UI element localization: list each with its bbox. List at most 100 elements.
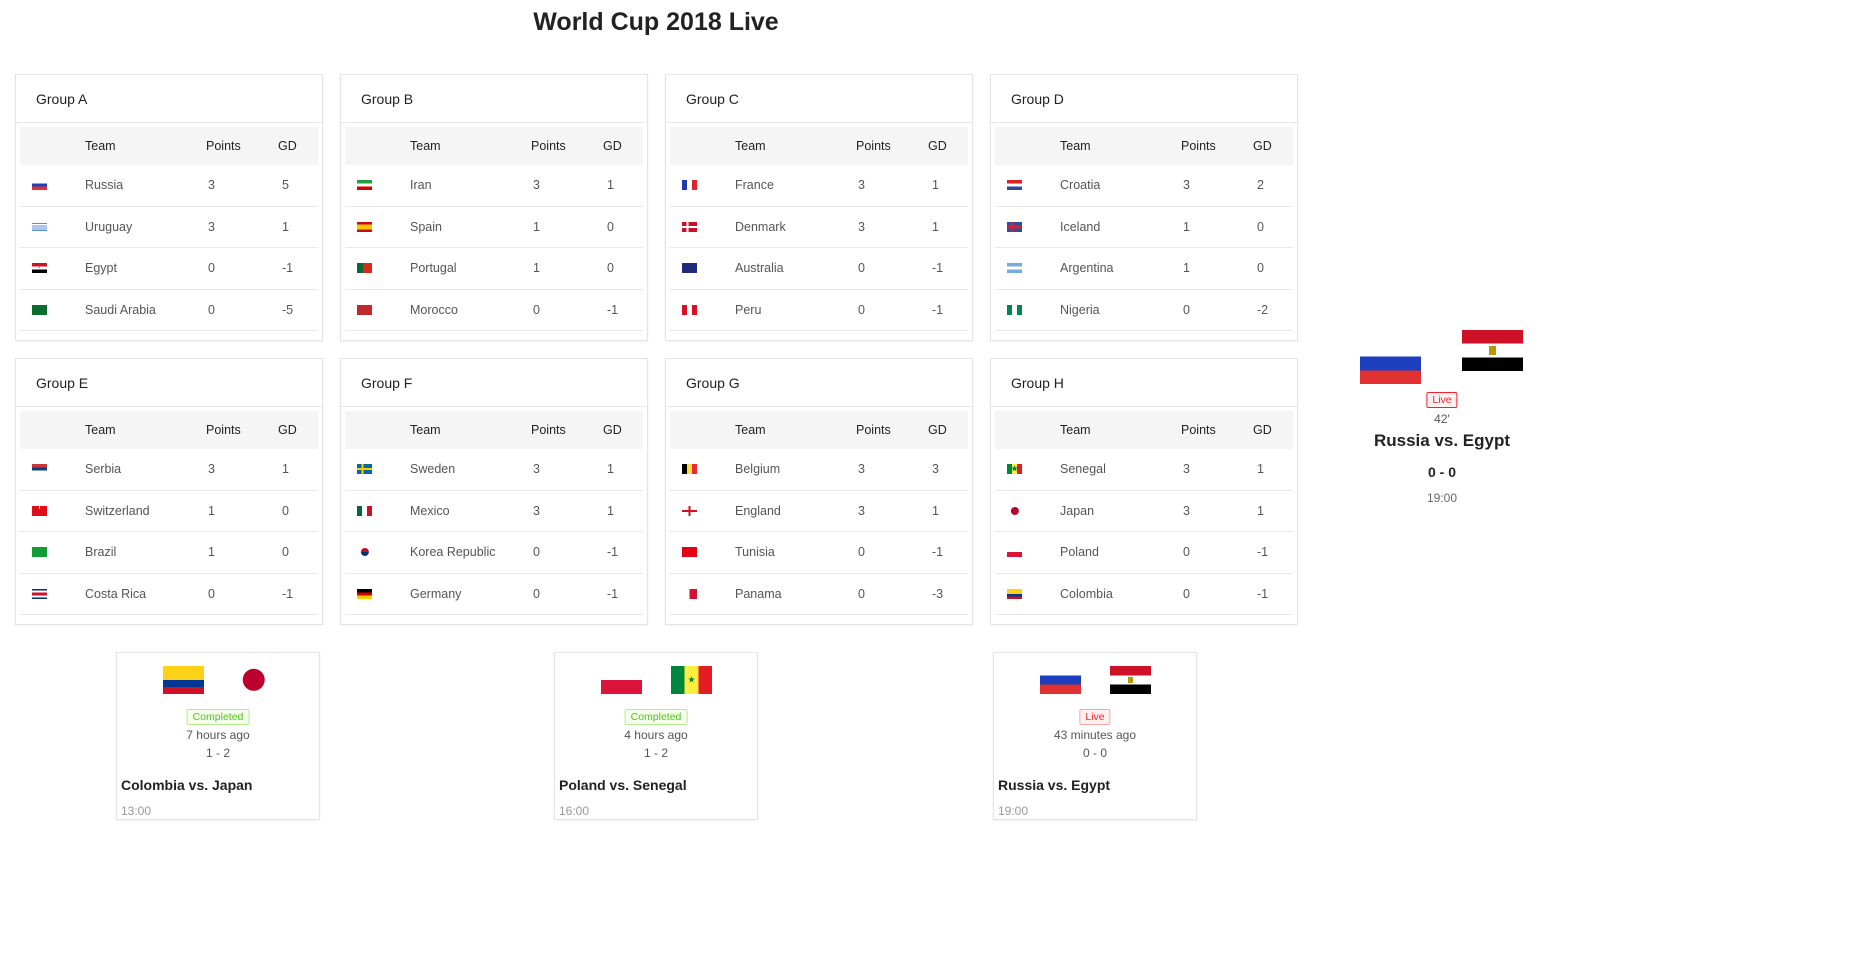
match-name: Russia vs. Egypt xyxy=(998,777,1111,793)
match-flags: ★ xyxy=(555,666,757,694)
table-row[interactable]: Colombia 0 -1 xyxy=(995,574,1293,615)
points-column-header[interactable]: Points xyxy=(1181,423,1216,437)
standings-table: Team Points GD France 3 1 Denmark 3 1 Australia 0 -… xyxy=(670,127,968,331)
team-points: 0 xyxy=(533,586,540,601)
team-column-header[interactable]: Team xyxy=(735,423,766,437)
team-goal-difference: 1 xyxy=(607,503,614,518)
team-column-header[interactable]: Team xyxy=(1060,139,1091,153)
team-points: 1 xyxy=(1183,261,1190,276)
points-column-header[interactable]: Points xyxy=(531,423,566,437)
standings-table: Team Points GD Russia 3 5 Uruguay 3 1 Egypt 0 -1 Sau… xyxy=(20,127,318,331)
table-row[interactable]: Egypt 0 -1 xyxy=(20,248,318,290)
featured-match[interactable]: Live 42' Russia vs. Egypt 0 - 0 19:00 xyxy=(1358,328,1526,508)
table-row[interactable]: Switzerland 1 0 xyxy=(20,491,318,532)
table-row[interactable]: France 3 1 xyxy=(670,165,968,207)
russia-flag-icon xyxy=(1040,666,1081,694)
gd-column-header[interactable]: GD xyxy=(278,423,297,437)
team-name: Russia xyxy=(85,178,124,193)
match-time-ago: 43 minutes ago xyxy=(1053,728,1137,742)
peru-flag-icon xyxy=(682,304,697,315)
team-name: Croatia xyxy=(1060,178,1101,193)
table-row[interactable]: Brazil 1 0 xyxy=(20,532,318,574)
team-column-header[interactable]: Team xyxy=(85,139,116,153)
table-row[interactable]: Peru 0 -1 xyxy=(670,290,968,331)
table-row[interactable]: Poland 0 -1 xyxy=(995,532,1293,574)
table-row[interactable]: Serbia 3 1 xyxy=(20,449,318,491)
table-row[interactable]: Uruguay 3 1 xyxy=(20,207,318,248)
status-badge: Live xyxy=(1079,709,1111,725)
table-row[interactable]: Spain 1 0 xyxy=(345,207,643,248)
table-row[interactable]: Nigeria 0 -2 xyxy=(995,290,1293,331)
nigeria-flag-icon xyxy=(1007,304,1022,315)
team-points: 0 xyxy=(533,545,540,560)
team-column-header[interactable]: Team xyxy=(735,139,766,153)
team-goal-difference: 1 xyxy=(607,178,614,193)
flag-star: ★ xyxy=(687,674,696,685)
table-row[interactable]: Korea Republic 0 -1 xyxy=(345,532,643,574)
team-goal-difference: -5 xyxy=(282,302,294,317)
table-row[interactable]: Japan 3 1 xyxy=(995,491,1293,532)
group-title: Group D xyxy=(991,75,1297,123)
gd-column-header[interactable]: GD xyxy=(603,423,622,437)
team-goal-difference: 1 xyxy=(1257,462,1264,477)
team-name: Costa Rica xyxy=(85,586,147,601)
brazil-flag-icon xyxy=(32,547,47,558)
team-goal-difference: 3 xyxy=(932,462,939,477)
table-row[interactable]: Australia 0 -1 xyxy=(670,248,968,290)
match-card[interactable]: Live 43 minutes ago 0 - 0 Russia vs. Egypt 1… xyxy=(993,652,1197,820)
table-row[interactable]: Iceland 1 0 xyxy=(995,207,1293,248)
group-card-group-a: Group A Team Points GD Russia 3 5 Uruguay 3 1 Egyp… xyxy=(15,74,323,341)
team-name: Panama xyxy=(735,586,782,601)
table-row[interactable]: Mexico 3 1 xyxy=(345,491,643,532)
team-points: 1 xyxy=(533,219,540,234)
gd-column-header[interactable]: GD xyxy=(278,139,297,153)
table-row[interactable]: Belgium 3 3 xyxy=(670,449,968,491)
team-name: Peru xyxy=(735,302,762,317)
gd-column-header[interactable]: GD xyxy=(1253,423,1272,437)
gd-column-header[interactable]: GD xyxy=(1253,139,1272,153)
team-name: France xyxy=(735,178,774,193)
team-column-header[interactable]: Team xyxy=(410,423,441,437)
table-row[interactable]: Argentina 1 0 xyxy=(995,248,1293,290)
table-row[interactable]: Germany 0 -1 xyxy=(345,574,643,615)
table-row[interactable]: Tunisia 0 -1 xyxy=(670,532,968,574)
table-row[interactable]: England 3 1 xyxy=(670,491,968,532)
table-row[interactable]: ★ Senegal 3 1 xyxy=(995,449,1293,491)
team-column-header[interactable]: Team xyxy=(410,139,441,153)
table-row[interactable]: Denmark 3 1 xyxy=(670,207,968,248)
table-row[interactable]: Saudi Arabia 0 -5 xyxy=(20,290,318,331)
team-name: England xyxy=(735,503,781,518)
featured-match-name: Russia vs. Egypt xyxy=(1373,431,1511,450)
table-row[interactable]: Russia 3 5 xyxy=(20,165,318,207)
table-row[interactable]: Croatia 3 2 xyxy=(995,165,1293,207)
table-row[interactable]: Sweden 3 1 xyxy=(345,449,643,491)
gd-column-header[interactable]: GD xyxy=(928,139,947,153)
standings-table: Team Points GD Iran 3 1 Spain 1 0 Portugal 1 0 Moroc… xyxy=(345,127,643,331)
points-column-header[interactable]: Points xyxy=(856,139,891,153)
points-column-header[interactable]: Points xyxy=(856,423,891,437)
iran-flag-icon xyxy=(357,180,372,191)
table-row[interactable]: Costa Rica 0 -1 xyxy=(20,574,318,615)
points-column-header[interactable]: Points xyxy=(206,423,241,437)
points-column-header[interactable]: Points xyxy=(531,139,566,153)
table-row[interactable]: Iran 3 1 xyxy=(345,165,643,207)
gd-column-header[interactable]: GD xyxy=(603,139,622,153)
team-points: 0 xyxy=(208,261,215,276)
table-row[interactable]: Portugal 1 0 xyxy=(345,248,643,290)
poland-flag-icon xyxy=(601,666,642,694)
standings-table: Team Points GD Croatia 3 2 Iceland 1 0 Argentina 1… xyxy=(995,127,1293,331)
gd-column-header[interactable]: GD xyxy=(928,423,947,437)
team-points: 3 xyxy=(1183,503,1190,518)
match-card[interactable]: ★ Completed 4 hours ago 1 - 2 Poland vs. Sen… xyxy=(554,652,758,820)
group-title: Group A xyxy=(16,75,322,123)
team-points: 0 xyxy=(858,545,865,560)
points-column-header[interactable]: Points xyxy=(1181,139,1216,153)
group-card-group-f: Group F Team Points GD Sweden 3 1 Mexico 3 1 Korea… xyxy=(340,358,648,625)
table-row[interactable]: Panama 0 -3 xyxy=(670,574,968,615)
match-card[interactable]: Completed 7 hours ago 1 - 2 Colombia vs. Ja… xyxy=(116,652,320,820)
team-column-header[interactable]: Team xyxy=(85,423,116,437)
team-column-header[interactable]: Team xyxy=(1060,423,1091,437)
team-points: 3 xyxy=(208,178,215,193)
table-row[interactable]: Morocco 0 -1 xyxy=(345,290,643,331)
points-column-header[interactable]: Points xyxy=(206,139,241,153)
